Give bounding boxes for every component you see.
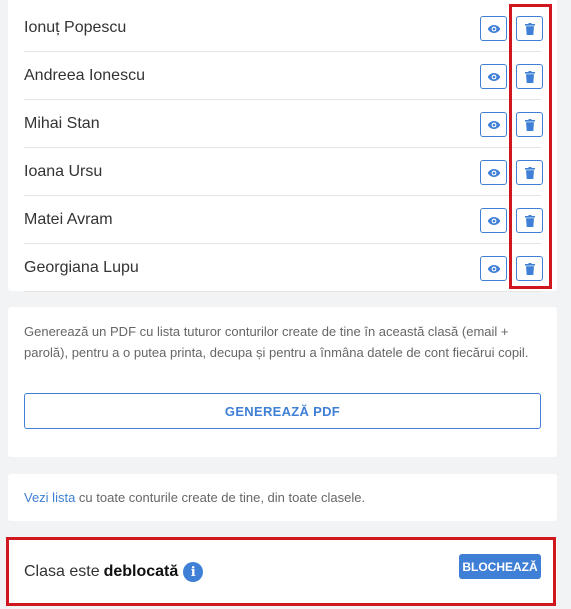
student-row: Ioana Ursu <box>24 148 543 196</box>
trash-icon <box>524 166 535 179</box>
student-name: Georgiana Lupu <box>24 259 139 276</box>
accounts-list-description: cu toate conturile create de tine, din t… <box>75 490 366 505</box>
student-row: Georgiana Lupu <box>24 244 543 292</box>
eye-icon <box>487 264 500 273</box>
student-name: Ionuț Popescu <box>24 19 127 36</box>
view-student-button[interactable] <box>480 256 507 281</box>
trash-icon <box>524 118 535 131</box>
class-status-prefix: Clasa este <box>24 563 100 580</box>
trash-icon <box>524 262 535 275</box>
students-list-card: Ionuț Popescu Andreea Ionescu Mihai Stan… <box>8 0 557 292</box>
delete-student-button[interactable] <box>516 112 543 137</box>
eye-icon <box>487 168 500 177</box>
pdf-generator-card: Generează un PDF cu lista tuturor contur… <box>8 307 557 457</box>
trash-icon <box>524 22 535 35</box>
view-student-button[interactable] <box>480 64 507 89</box>
eye-icon <box>487 216 500 225</box>
student-row: Ionuț Popescu <box>24 4 543 52</box>
trash-icon <box>524 70 535 83</box>
delete-student-button[interactable] <box>516 160 543 185</box>
delete-student-button[interactable] <box>516 64 543 89</box>
student-name: Andreea Ionescu <box>24 67 145 84</box>
student-name: Mihai Stan <box>24 115 100 132</box>
delete-student-button[interactable] <box>516 208 543 233</box>
class-status-text: Clasa este deblocată i <box>24 562 204 582</box>
view-list-link[interactable]: Vezi lista <box>24 490 75 505</box>
eye-icon <box>487 120 500 129</box>
student-row: Mihai Stan <box>24 100 543 148</box>
eye-icon <box>487 24 500 33</box>
pdf-description: Generează un PDF cu lista tuturor contur… <box>24 324 529 360</box>
eye-icon <box>487 72 500 81</box>
accounts-list-card: Vezi lista cu toate conturile create de … <box>8 474 557 521</box>
view-student-button[interactable] <box>480 208 507 233</box>
view-student-button[interactable] <box>480 16 507 41</box>
delete-student-button[interactable] <box>516 16 543 41</box>
delete-student-button[interactable] <box>516 256 543 281</box>
generate-pdf-button[interactable]: GENEREAZĂ PDF <box>24 393 541 429</box>
student-name: Matei Avram <box>24 211 113 228</box>
view-student-button[interactable] <box>480 112 507 137</box>
lock-class-button[interactable]: BLOCHEAZĂ <box>459 554 541 579</box>
info-icon[interactable]: i <box>183 562 204 582</box>
class-lock-card: Clasa este deblocată i BLOCHEAZĂ <box>8 538 557 604</box>
accounts-list-text: Vezi lista cu toate conturile create de … <box>24 490 365 505</box>
class-status-value: deblocată <box>103 563 179 580</box>
view-student-button[interactable] <box>480 160 507 185</box>
trash-icon <box>524 214 535 227</box>
student-row: Andreea Ionescu <box>24 52 543 100</box>
student-row: Matei Avram <box>24 196 543 244</box>
student-name: Ioana Ursu <box>24 163 103 180</box>
